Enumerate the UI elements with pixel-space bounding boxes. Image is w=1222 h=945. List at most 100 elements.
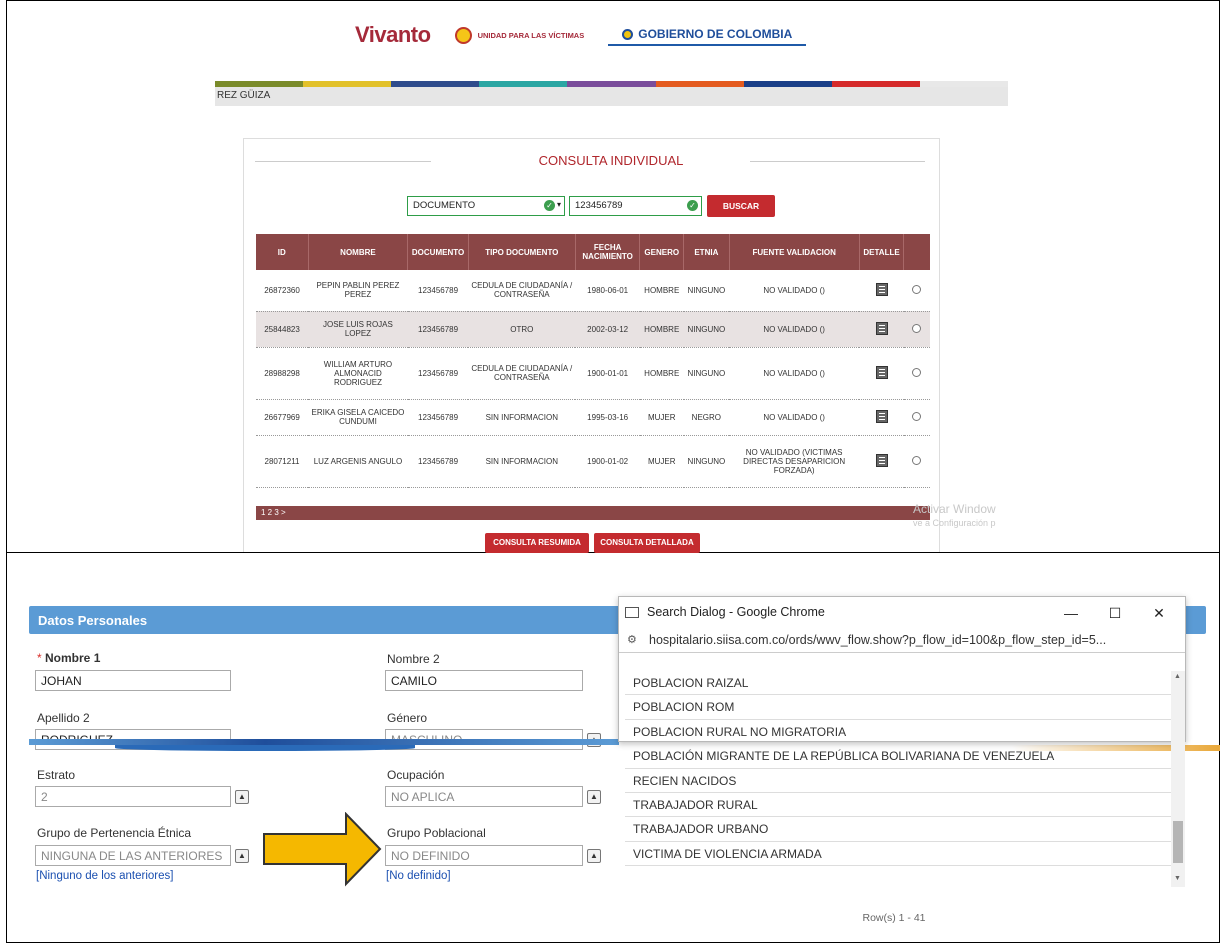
title-line-right bbox=[750, 161, 925, 162]
results-table: ID NOMBRE DOCUMENTO TIPO DOCUMENTO FECHA… bbox=[256, 234, 930, 488]
col-documento[interactable]: DOCUMENTO bbox=[407, 234, 469, 270]
cell-tipo: CEDULA DE CIUDADANÍA / CONTRASEÑA bbox=[468, 347, 576, 400]
row-select-radio[interactable] bbox=[912, 367, 922, 377]
col-etnia[interactable]: ETNIA bbox=[683, 234, 730, 270]
unidad-victimas-text: UNIDAD PARA LAS VÍCTIMAS bbox=[477, 30, 585, 40]
document-type-select[interactable]: DOCUMENTO ✓ ▾ bbox=[407, 196, 565, 216]
etnica-popup-button[interactable]: ▲ bbox=[235, 849, 249, 863]
dialog-url: hospitalario.siisa.com.co/ords/wwv_flow.… bbox=[649, 632, 1107, 647]
table-row[interactable]: 26872360 PEPIN PABLIN PEREZ PEREZ 12345678… bbox=[256, 270, 930, 312]
scrollbar-thumb[interactable] bbox=[1173, 821, 1183, 863]
estrato-popup-button[interactable]: ▲ bbox=[235, 790, 249, 804]
title-line-left bbox=[255, 161, 431, 162]
col-detalle[interactable]: DETALLE bbox=[859, 234, 905, 270]
etnica-input[interactable]: NINGUNA DE LAS ANTERIORES bbox=[35, 845, 231, 866]
poblacional-popup-button[interactable]: ▲ bbox=[587, 849, 601, 863]
cell-etnia: NINGUNO bbox=[683, 270, 730, 312]
search-result-item[interactable]: RECIEN NACIDOS bbox=[625, 769, 1171, 793]
chevron-up-icon: ▲ bbox=[238, 792, 246, 801]
cell-etnia: NINGUNO bbox=[683, 347, 730, 400]
table-row[interactable]: 28988298 WILLIAM ARTURO ALMONACID RODRIGU… bbox=[256, 347, 930, 400]
table-row[interactable]: 26677969 ERIKA GISELA CAICEDO CUNDUMI 1234… bbox=[256, 399, 930, 436]
poblacional-link[interactable]: [No definido] bbox=[386, 870, 451, 882]
gobierno-emblem-icon bbox=[622, 28, 634, 40]
cell-select bbox=[903, 347, 930, 400]
search-result-item[interactable]: POBLACION RURAL NO MIGRATORIA bbox=[625, 720, 1171, 745]
nombre1-label: * Nombre 1 bbox=[37, 651, 101, 665]
cell-documento: 123456789 bbox=[407, 311, 469, 348]
buscar-button[interactable]: BUSCAR bbox=[707, 195, 775, 217]
cell-fuente: NO VALIDADO () bbox=[729, 347, 860, 400]
search-dialog-window: Search Dialog - Google Chrome — ☐ ✕ ⚙ ho… bbox=[618, 596, 1186, 887]
cell-nombre: WILLIAM ARTURO ALMONACID RODRIGUEZ bbox=[308, 347, 408, 400]
watermark-line2: ve a Configuración p bbox=[913, 518, 996, 528]
cell-genero: HOMBRE bbox=[639, 347, 684, 400]
detail-icon[interactable] bbox=[875, 365, 888, 379]
estrato-input[interactable]: 2 bbox=[35, 786, 231, 807]
col-fuente-validacion[interactable]: FUENTE VALIDACION bbox=[729, 234, 860, 270]
col-fecha-nacimiento[interactable]: FECHA NACIMIENTO bbox=[575, 234, 641, 270]
minimize-icon[interactable]: — bbox=[1061, 605, 1081, 621]
cell-detalle bbox=[859, 270, 904, 312]
nombre2-label: Nombre 2 bbox=[387, 652, 440, 666]
apellido2-label: Apellido 2 bbox=[37, 711, 90, 725]
etnica-link[interactable]: [Ninguno de los anteriores] bbox=[36, 870, 173, 882]
cell-detalle bbox=[859, 435, 904, 488]
search-result-item[interactable]: POBLACION ROM bbox=[625, 695, 1171, 720]
table-row[interactable]: 25844823 JOSE LUIS ROJAS LOPEZ 123456789 OT… bbox=[256, 311, 930, 348]
search-result-item[interactable]: TRABAJADOR URBANO bbox=[625, 817, 1171, 842]
cell-id: 25844823 bbox=[256, 311, 309, 348]
col-id[interactable]: ID bbox=[256, 234, 309, 270]
detail-icon[interactable] bbox=[875, 409, 888, 423]
cell-detalle bbox=[859, 347, 904, 400]
cell-nombre: JOSE LUIS ROJAS LOPEZ bbox=[308, 311, 408, 348]
cell-nombre: ERIKA GISELA CAICEDO CUNDUMI bbox=[308, 399, 408, 436]
consulta-resumida-button[interactable]: CONSULTA RESUMIDA bbox=[485, 533, 589, 553]
ocupacion-popup-button[interactable]: ▲ bbox=[587, 790, 601, 804]
col-tipo-documento[interactable]: TIPO DOCUMENTO bbox=[468, 234, 576, 270]
cell-genero: MUJER bbox=[639, 435, 684, 488]
row-select-radio[interactable] bbox=[912, 284, 922, 294]
cell-documento: 123456789 bbox=[407, 435, 469, 488]
chevron-down-icon: ▾ bbox=[557, 200, 562, 209]
table-row[interactable]: 28071211 LUZ ARGENIS ANGULO 123456789 SIN I… bbox=[256, 435, 930, 488]
row-select-radio[interactable] bbox=[912, 411, 922, 421]
row-select-radio[interactable] bbox=[912, 323, 922, 333]
table-pager[interactable]: 1 2 3 > bbox=[256, 506, 930, 520]
close-icon[interactable]: ✕ bbox=[1149, 605, 1169, 622]
user-bar: REZ GÜIZA bbox=[215, 87, 1008, 106]
dialog-url-bar: ⚙ hospitalario.siisa.com.co/ords/wwv_flo… bbox=[619, 627, 1185, 653]
cell-fecha: 1980-06-01 bbox=[575, 270, 640, 312]
site-settings-icon[interactable]: ⚙ bbox=[627, 633, 641, 646]
detail-icon[interactable] bbox=[875, 282, 888, 296]
cell-select bbox=[903, 435, 930, 488]
watermark-line1: Activar Window bbox=[913, 502, 996, 516]
search-result-item[interactable]: VICTIMA DE VIOLENCIA ARMADA bbox=[625, 842, 1171, 867]
search-result-item[interactable]: POBLACIÓN MIGRANTE DE LA REPÚBLICA BOLIV… bbox=[625, 744, 1171, 769]
scroll-down-icon[interactable]: ▼ bbox=[1174, 875, 1181, 882]
check-icon: ✓ bbox=[544, 200, 555, 211]
cell-fecha: 1900-01-02 bbox=[575, 435, 640, 488]
consulta-detallada-button[interactable]: CONSULTA DETALLADA bbox=[594, 533, 700, 553]
nombre1-input[interactable]: JOHAN bbox=[35, 670, 231, 691]
document-number-input[interactable]: 123456789 ✓ bbox=[569, 196, 702, 216]
detail-icon[interactable] bbox=[875, 321, 888, 335]
unidad-victimas-logo: UNIDAD PARA LAS VÍCTIMAS bbox=[454, 26, 585, 44]
poblacional-input[interactable]: NO DEFINIDO bbox=[385, 845, 583, 866]
scroll-up-icon[interactable]: ▲ bbox=[1174, 673, 1181, 680]
detail-icon[interactable] bbox=[875, 453, 888, 467]
nombre2-input[interactable]: CAMILO bbox=[385, 670, 583, 691]
col-nombre[interactable]: NOMBRE bbox=[308, 234, 409, 270]
dialog-scrollbar[interactable]: ▲ ▼ bbox=[1171, 671, 1185, 887]
search-result-item[interactable]: TRABAJADOR RURAL bbox=[625, 793, 1171, 818]
cell-tipo: CEDULA DE CIUDADANÍA / CONTRASEÑA bbox=[468, 270, 576, 312]
pager-links[interactable]: 1 2 3 > bbox=[261, 508, 286, 517]
gobierno-colombia-logo: GOBIERNO DE COLOMBIA bbox=[608, 24, 807, 46]
row-select-radio[interactable] bbox=[912, 455, 922, 465]
search-result-item[interactable]: POBLACION RAIZAL bbox=[625, 671, 1171, 696]
col-genero[interactable]: GENERO bbox=[639, 234, 685, 270]
maximize-icon[interactable]: ☐ bbox=[1105, 605, 1125, 622]
cell-tipo: OTRO bbox=[468, 311, 576, 348]
ocupacion-input[interactable]: NO APLICA bbox=[385, 786, 583, 807]
cell-nombre: LUZ ARGENIS ANGULO bbox=[308, 435, 408, 488]
